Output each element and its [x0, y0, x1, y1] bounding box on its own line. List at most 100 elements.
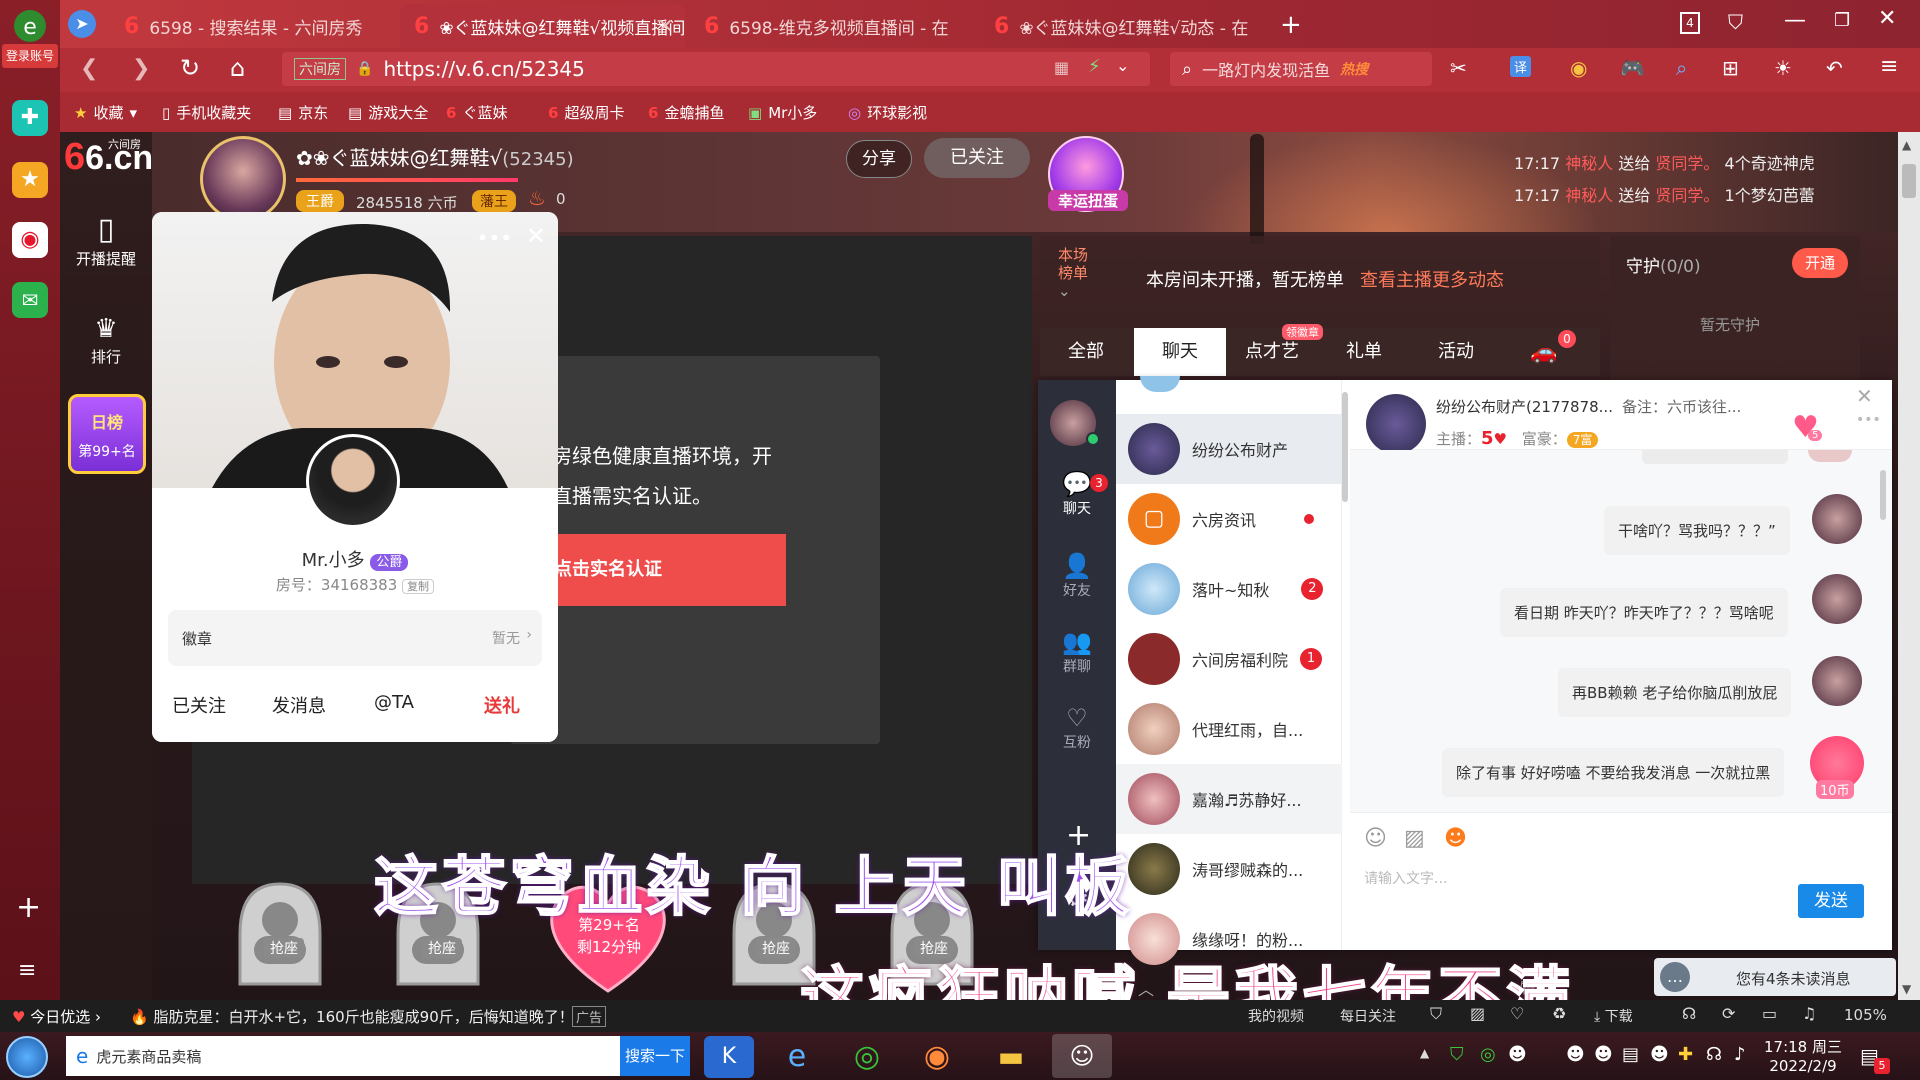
refresh-icon[interactable]: ⟳: [1722, 1004, 1735, 1023]
start-button[interactable]: [6, 1036, 48, 1078]
download-button[interactable]: ⤓ 下载: [1594, 1006, 1633, 1026]
tray-360-icon[interactable]: ◎: [1480, 1044, 1496, 1065]
browser-360-icon[interactable]: ◎: [842, 1036, 892, 1078]
list-scrollbar[interactable]: [1342, 392, 1348, 502]
anchor-avatar[interactable]: [200, 136, 286, 222]
profile-avatar[interactable]: [306, 434, 400, 528]
send-button[interactable]: 发送: [1798, 884, 1864, 918]
ie-browser-icon[interactable]: e: [772, 1036, 822, 1078]
menu-icon[interactable]: ≡: [1880, 54, 1898, 79]
share-button[interactable]: 分享: [846, 140, 912, 178]
folder-icon[interactable]: ▬: [986, 1036, 1036, 1078]
today-picks[interactable]: ♥ 今日优选 ›: [12, 1006, 101, 1027]
login-account-button[interactable]: 登录账号: [2, 44, 58, 68]
anchor-dynamics-link[interactable]: 查看主播更多动态: [1360, 266, 1504, 292]
qr-icon[interactable]: ▦: [1054, 58, 1069, 77]
address-bar[interactable]: 六间房 🔒 https://v.6.cn/52345: [282, 52, 1150, 86]
tab-live-room[interactable]: 6 ❀ぐ蓝妹妹@红舞鞋√视频直播间 ✕: [400, 4, 685, 48]
clock[interactable]: 17:18 周三 2022/2/9: [1758, 1036, 1848, 1075]
mail-icon[interactable]: ✉: [12, 282, 48, 318]
speaker-icon[interactable]: ♫: [1802, 1004, 1816, 1023]
bookmark-mr-xiaoduo[interactable]: ▣ Mr小多: [748, 102, 817, 123]
shirt-icon[interactable]: ⛉: [1728, 10, 1743, 34]
conversation-item[interactable]: 代理红雨，自...: [1116, 694, 1342, 764]
bookmark-favorites[interactable]: ★ 收藏 ▾: [74, 102, 137, 123]
lucky-egg-label[interactable]: 幸运扭蛋: [1048, 190, 1128, 211]
sidebar-list-icon[interactable]: ≡: [18, 958, 36, 983]
zoom-icon[interactable]: ⌕: [1676, 56, 1687, 80]
weibo-icon[interactable]: ◉: [12, 222, 48, 258]
tab-chat[interactable]: 聊天: [1134, 328, 1226, 376]
page-scrollbar[interactable]: [1898, 132, 1920, 1000]
close-icon[interactable]: ✕: [658, 16, 673, 37]
news-ticker[interactable]: 🔥 脂肪克星：白开水+它，160斤也能瘦成90斤，后悔知道晚了！: [130, 1006, 574, 1027]
heartbeat-icon[interactable]: ♡: [1510, 1004, 1524, 1023]
headset-icon[interactable]: ☊: [1682, 1004, 1696, 1023]
scroll-thumb[interactable]: [1902, 164, 1916, 198]
restore-button[interactable]: ❐: [1834, 10, 1850, 31]
image-icon[interactable]: ▨: [1404, 826, 1425, 851]
bookmark-super-week[interactable]: 6 超级周卡: [548, 102, 624, 123]
send-gift-action[interactable]: 送礼: [484, 692, 520, 718]
seat-1[interactable]: [220, 874, 340, 994]
shield-icon[interactable]: ⛉: [1430, 1004, 1442, 1024]
close-window-button[interactable]: ✕: [1878, 6, 1896, 31]
favorites-star-icon[interactable]: ★: [12, 162, 48, 198]
daily-rank-card[interactable]: 日榜 第99+名: [68, 394, 146, 474]
tab-gift-list[interactable]: 礼单: [1318, 328, 1410, 376]
bookmark-movies[interactable]: ◎ 环球影视: [848, 102, 927, 123]
close-icon[interactable]: ✕: [526, 222, 546, 250]
bookmark-games[interactable]: ▤ 游戏大全: [348, 102, 428, 123]
taskbar-search-input[interactable]: 虎元素商品卖稿: [96, 1046, 201, 1067]
window-icon[interactable]: ▭: [1762, 1004, 1777, 1023]
tab-count-badge[interactable]: 4: [1680, 12, 1700, 34]
taskbar-search[interactable]: e 虎元素商品卖稿: [66, 1036, 620, 1076]
tray-qq-icon[interactable]: ☻: [1594, 1044, 1613, 1065]
search-input[interactable]: 一路灯内发现活鱼: [1202, 57, 1330, 81]
zoom-level[interactable]: 105%: [1844, 1006, 1887, 1024]
bookmark-jd[interactable]: ▤ 京东: [278, 102, 328, 123]
hot-search-label[interactable]: 热搜: [1340, 59, 1368, 79]
my-video[interactable]: 我的视频: [1248, 1006, 1304, 1026]
tray-mic-icon[interactable]: ☊: [1706, 1044, 1722, 1065]
plugin-icon[interactable]: ✚: [12, 100, 48, 136]
conversation-item[interactable]: 纷纷公布财产: [1116, 414, 1342, 484]
conversation-item[interactable]: 落叶~知秋 2: [1116, 554, 1342, 624]
tray-people-icon[interactable]: ☻: [1650, 1044, 1669, 1065]
mention-action[interactable]: @TA: [374, 692, 414, 713]
new-tab-button[interactable]: +: [1280, 10, 1302, 40]
bookmark-mobile[interactable]: ▯ 手机收藏夹: [162, 102, 251, 123]
bookmark-lanmei[interactable]: 6 ぐ蓝妹: [446, 102, 507, 123]
daily-follow[interactable]: 每日关注: [1340, 1006, 1396, 1026]
message-bubble[interactable]: 除了有事 好好唠嗑 不要给我发消息 一次就拉黑: [1442, 748, 1785, 797]
tray-plus-icon[interactable]: ✚: [1678, 1044, 1693, 1065]
scroll-up-icon[interactable]: ▲: [1902, 138, 1911, 152]
message-bubble[interactable]: 看日期 昨天吖？昨天咋了？？？骂啥呢: [1500, 588, 1788, 637]
chrome-icon[interactable]: ◉: [912, 1036, 962, 1078]
more-options-icon[interactable]: •••: [1856, 412, 1881, 428]
url-text[interactable]: https://v.6.cn/52345: [383, 57, 584, 81]
copy-button[interactable]: 复制: [402, 579, 435, 594]
chat-input[interactable]: 请输入文字...: [1364, 868, 1447, 888]
tray-expand-icon[interactable]: ▲: [1420, 1046, 1429, 1060]
verify-button[interactable]: 点击实名认证: [540, 534, 786, 606]
active-app-icon[interactable]: ☺: [1052, 1034, 1112, 1078]
tab-dynamics[interactable]: 6 ❀ぐ蓝妹妹@红舞鞋√动态 - 在: [980, 4, 1265, 48]
undo-icon[interactable]: ↶: [1826, 56, 1843, 80]
car-icon[interactable]: 🚗: [1530, 340, 1557, 365]
add-sidebar-button[interactable]: +: [16, 890, 41, 925]
peer-avatar[interactable]: [1366, 394, 1426, 454]
chevron-down-icon[interactable]: ⌄: [1116, 56, 1129, 75]
navigate-icon[interactable]: ➤: [68, 10, 96, 38]
conversation-item[interactable]: 嘉瀚♬苏静好...: [1116, 764, 1342, 834]
tray-qq-icon[interactable]: ☻: [1508, 1044, 1527, 1065]
close-icon[interactable]: ✕: [1856, 384, 1873, 408]
kugou-icon[interactable]: K: [704, 1036, 754, 1078]
more-options-icon[interactable]: •••: [477, 226, 512, 250]
im-nav-friends[interactable]: 👤 好友: [1038, 552, 1116, 600]
coin-icon[interactable]: ◉: [1570, 56, 1587, 80]
ranking-label[interactable]: 本场 榜单 ⌄: [1058, 246, 1088, 300]
gamepad-icon[interactable]: 🎮: [1620, 56, 1645, 80]
send-message-action[interactable]: 发消息: [272, 692, 326, 718]
tab-search-results[interactable]: 6 6598 - 搜索结果 - 六间房秀: [110, 4, 395, 48]
